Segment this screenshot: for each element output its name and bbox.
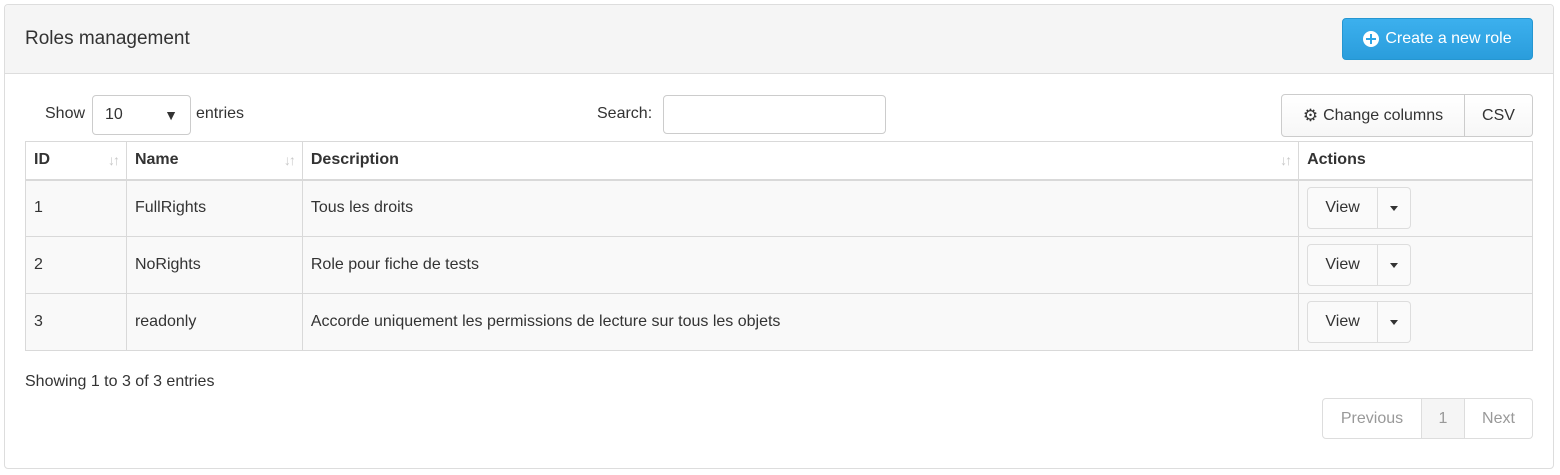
actions-dropdown-toggle[interactable] [1378,187,1412,230]
cell-actions: View [1298,236,1533,294]
next-page-button[interactable]: Next [1465,398,1533,439]
cell-name: NoRights [125,236,303,294]
column-header-actions: Actions [1298,141,1533,181]
cell-description: Tous les droits [301,179,1300,237]
entries-label: entries [196,105,245,122]
caret-down-icon [1390,205,1399,211]
entries-select[interactable]: 10 ▼ [92,95,191,135]
create-role-button[interactable]: Create a new role [1342,18,1533,60]
actions-dropdown-toggle[interactable] [1378,244,1412,286]
change-columns-button[interactable]: ⚙ Change columns [1281,94,1465,137]
table-info: Showing 1 to 3 of 3 entries [25,373,215,390]
cell-actions: View [1298,293,1533,351]
column-header-description-label: Description [310,151,399,169]
change-columns-label: Change columns [1323,106,1444,124]
cell-actions: View [1298,179,1533,237]
column-header-name[interactable]: Name ↓↑ [125,141,303,181]
view-button[interactable]: View [1307,187,1379,230]
csv-label: CSV [1482,106,1515,124]
sort-icon: ↓↑ [107,152,120,168]
column-header-description[interactable]: Description ↓↑ [301,141,1300,181]
sort-icon: ↓↑ [283,152,296,168]
search-input[interactable] [663,95,886,134]
plus-circle-icon [1363,31,1380,47]
cell-name: FullRights [125,179,303,237]
caret-down-icon [1390,319,1399,325]
cell-id: 2 [25,236,127,294]
roles-table: ID ↓↑ Name ↓↑ Description ↓↑ Actions 1 F… [25,141,1533,351]
table-row: 1 FullRights Tous les droits View [25,179,1533,237]
cell-id: 3 [25,293,127,351]
column-header-name-label: Name [134,151,179,169]
view-button[interactable]: View [1307,244,1379,286]
csv-button[interactable]: CSV [1465,94,1533,137]
table-row: 3 readonly Accorde uniquement les permis… [25,293,1533,351]
table-header-row: ID ↓↑ Name ↓↑ Description ↓↑ Actions [25,141,1533,181]
roles-panel: Roles management Create a new role Show … [4,4,1554,469]
view-button-group: View [1307,244,1412,286]
show-label: Show [45,105,86,122]
create-role-label: Create a new role [1385,30,1512,47]
export-button-group: ⚙ Change columns CSV [1281,94,1533,137]
table-controls: Show 10 ▼ entries Search: ⚙ Change colum… [5,75,1553,143]
cell-description: Accorde uniquement les permissions de le… [301,293,1300,351]
column-header-actions-label: Actions [1307,151,1366,169]
search-label: Search: [597,105,653,122]
caret-down-icon [1390,262,1399,268]
view-button[interactable]: View [1307,301,1379,343]
gear-icon: ⚙ [1302,106,1319,125]
panel-heading: Roles management Create a new role [5,5,1553,74]
previous-page-button[interactable]: Previous [1322,398,1422,439]
column-header-id[interactable]: ID ↓↑ [25,141,127,181]
sort-icon: ↓↑ [1280,152,1292,168]
table-row: 2 NoRights Role pour fiche de tests View [25,236,1533,294]
cell-id: 1 [25,179,127,237]
cell-description: Role pour fiche de tests [301,236,1300,294]
pagination: Previous 1 Next [1322,398,1533,439]
view-button-group: View [1307,187,1412,230]
entries-value: 10 [105,106,123,123]
view-button-group: View [1307,301,1412,343]
actions-dropdown-toggle[interactable] [1378,301,1412,343]
page-title: Roles management [25,28,190,49]
caret-down-icon: ▼ [164,107,178,123]
cell-name: readonly [125,293,303,351]
column-header-id-label: ID [34,151,50,169]
page-1-button[interactable]: 1 [1422,398,1465,439]
